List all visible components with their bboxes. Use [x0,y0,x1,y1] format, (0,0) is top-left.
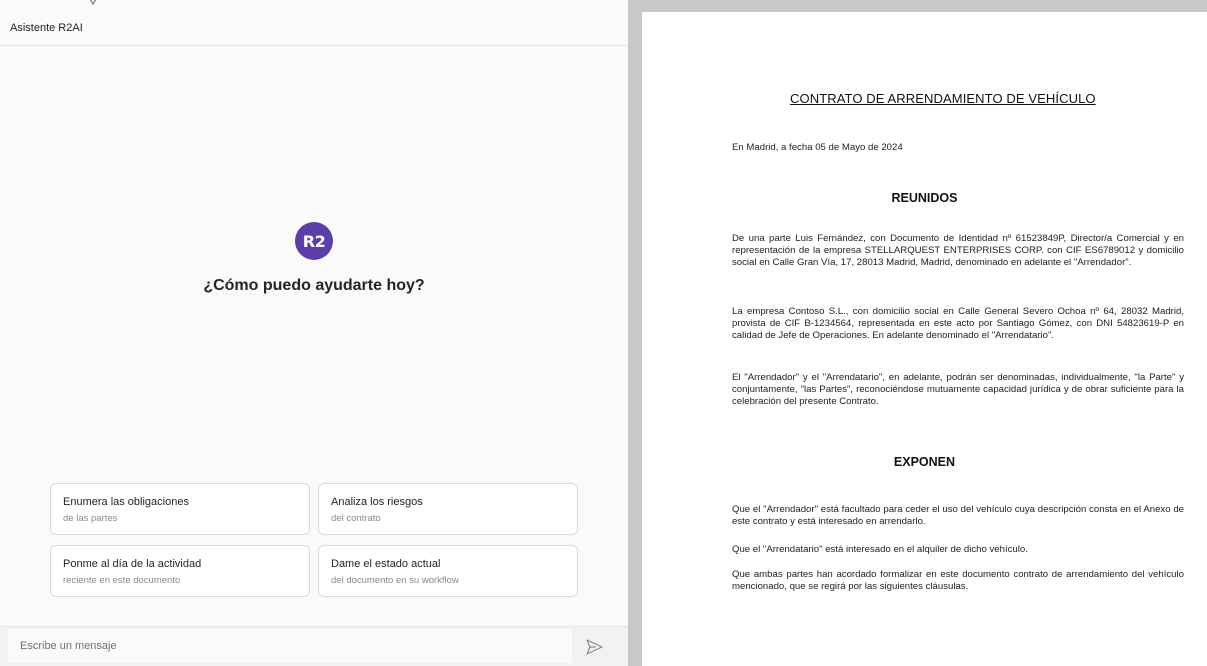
send-icon [586,639,603,655]
suggestion-obligations[interactable]: Enumera las obligaciones de las partes [50,483,310,535]
document-title: CONTRATO DE ARRENDAMIENTO DE VEHÍCULO [790,91,1096,106]
suggestion-workflow-status[interactable]: Dame el estado actual del documento en s… [318,545,578,597]
section-heading-exponen: EXPONEN [893,455,956,469]
paragraph: De una parte Luis Fernández, con Documen… [732,233,1184,269]
chat-title: Asistente R2AI [10,22,83,34]
suggestion-activity[interactable]: Ponme al día de la actividad reciente en… [50,545,310,597]
panel-divider[interactable] [628,0,642,666]
suggestion-title: Dame el estado actual [331,558,441,570]
document-date-line: En Madrid, a fecha 05 de Mayo de 2024 [732,142,903,153]
document-page: CONTRATO DE ARRENDAMIENTO DE VEHÍCULO En… [642,12,1207,666]
suggestion-subtitle: reciente en este documento [63,575,181,586]
paragraph: La empresa Contoso S.L., con domicilio s… [732,306,1184,342]
paragraph: Que ambas partes han acordado formalizar… [732,569,1184,593]
welcome-section: R2 ¿Cómo puedo ayudarte hoy? [0,222,628,295]
suggestion-subtitle: del documento en su workflow [331,575,459,586]
suggestion-risks[interactable]: Analiza los riesgos del contrato [318,483,578,535]
message-composer [0,626,628,666]
paragraph: Que el "Arrendador" está facultado para … [732,504,1184,528]
section-heading-reunidos: REUNIDOS [891,191,958,205]
document-frame-top [628,0,1207,12]
r2-logo: R2 [295,222,333,260]
suggestion-subtitle: del contrato [331,513,381,524]
r2-logo-text: R2 [302,231,326,251]
suggestion-title: Analiza los riesgos [331,496,423,508]
suggestion-subtitle: de las partes [63,513,118,524]
chat-panel: Asistente R2AI R2 ¿Cómo puedo ayudarte h… [0,0,628,666]
suggestion-title: Enumera las obligaciones [63,496,189,508]
message-input[interactable] [8,629,572,663]
paragraph: El "Arrendador" y el "Arrendatario", en … [732,372,1184,408]
send-button[interactable] [583,636,605,658]
suggestion-title: Ponme al día de la actividad [63,558,202,570]
chat-header: Asistente R2AI [0,0,628,46]
welcome-title: ¿Cómo puedo ayudarte hoy? [203,277,425,294]
paragraph: Que el "Arrendatario" está interesado en… [732,544,1028,555]
mouse-cursor-icon [89,0,97,5]
